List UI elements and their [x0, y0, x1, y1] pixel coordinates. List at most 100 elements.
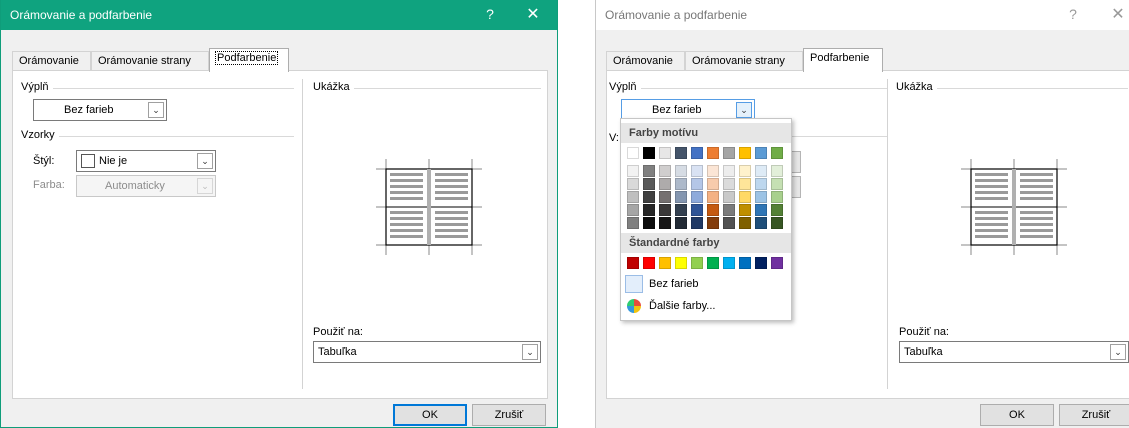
chevron-down-icon[interactable]: ⌄ — [148, 102, 164, 118]
theme-color-tint-swatch[interactable] — [771, 165, 783, 177]
help-button[interactable]: ? — [1062, 6, 1084, 22]
theme-color-swatch[interactable] — [707, 147, 719, 159]
cancel-button[interactable]: Zrušiť — [1059, 404, 1129, 426]
pattern-style-dropdown[interactable]: Nie je ⌄ — [76, 150, 216, 172]
apply-to-dropdown[interactable]: Tabuľka ⌄ — [899, 341, 1129, 363]
theme-color-swatch[interactable] — [643, 147, 655, 159]
chevron-down-icon[interactable]: ⌄ — [197, 153, 213, 169]
apply-to-dropdown[interactable]: Tabuľka ⌄ — [313, 341, 541, 363]
theme-color-tint-swatch[interactable] — [627, 165, 639, 177]
theme-color-tint-swatch[interactable] — [771, 217, 783, 229]
close-icon[interactable]: ✕ — [521, 4, 545, 24]
theme-color-tint-swatch[interactable] — [707, 191, 719, 203]
theme-color-tint-swatch[interactable] — [659, 165, 671, 177]
theme-color-tint-swatch[interactable] — [627, 191, 639, 203]
theme-color-tint-swatch[interactable] — [627, 217, 639, 229]
standard-color-swatch[interactable] — [627, 257, 639, 269]
theme-color-tint-swatch[interactable] — [739, 217, 751, 229]
theme-color-swatch[interactable] — [755, 147, 767, 159]
tab-shading[interactable]: Podfarbenie — [209, 48, 289, 72]
theme-color-tint-swatch[interactable] — [755, 204, 767, 216]
close-icon[interactable]: ✕ — [1106, 4, 1129, 24]
theme-color-tint-swatch[interactable] — [627, 178, 639, 190]
theme-color-tint-swatch[interactable] — [643, 165, 655, 177]
chevron-down-icon[interactable]: ⌄ — [1110, 344, 1126, 360]
theme-color-tint-swatch[interactable] — [755, 165, 767, 177]
chevron-down-icon[interactable]: ⌄ — [736, 102, 752, 118]
theme-color-tint-swatch[interactable] — [707, 217, 719, 229]
theme-color-tint-swatch[interactable] — [707, 165, 719, 177]
theme-color-tint-swatch[interactable] — [771, 191, 783, 203]
theme-color-tint-swatch[interactable] — [675, 217, 687, 229]
theme-color-swatch[interactable] — [739, 147, 751, 159]
help-button[interactable]: ? — [479, 6, 501, 22]
theme-color-tint-swatch[interactable] — [739, 165, 751, 177]
theme-color-tint-swatch[interactable] — [659, 204, 671, 216]
pattern-color-dropdown[interactable]: Automaticky ⌄ — [76, 175, 216, 197]
theme-color-tint-swatch[interactable] — [723, 178, 735, 190]
theme-color-tint-swatch[interactable] — [739, 191, 751, 203]
standard-color-swatch[interactable] — [739, 257, 751, 269]
theme-color-tint-swatch[interactable] — [771, 204, 783, 216]
cancel-button[interactable]: Zrušiť — [472, 404, 546, 426]
theme-color-swatch[interactable] — [627, 147, 639, 159]
theme-color-tint-swatch[interactable] — [755, 217, 767, 229]
tab-page-border[interactable]: Orámovanie strany — [91, 51, 209, 71]
theme-color-tint-swatch[interactable] — [643, 217, 655, 229]
tab-borders[interactable]: Orámovanie — [606, 51, 685, 71]
ok-button[interactable]: OK — [393, 404, 467, 426]
theme-color-tint-swatch[interactable] — [643, 178, 655, 190]
theme-color-tint-swatch[interactable] — [771, 178, 783, 190]
theme-color-tint-swatch[interactable] — [643, 204, 655, 216]
theme-color-tint-swatch[interactable] — [691, 165, 703, 177]
theme-color-swatch[interactable] — [691, 147, 703, 159]
theme-color-tint-swatch[interactable] — [675, 178, 687, 190]
theme-color-tint-swatch[interactable] — [627, 204, 639, 216]
title-bar[interactable]: Orámovanie a podfarbenie ? ✕ — [596, 0, 1129, 30]
standard-color-swatch[interactable] — [659, 257, 671, 269]
standard-color-swatch[interactable] — [643, 257, 655, 269]
standard-color-swatch[interactable] — [675, 257, 687, 269]
theme-color-tint-swatch[interactable] — [707, 178, 719, 190]
fill-color-value: Bez farieb — [64, 104, 114, 116]
no-color-item[interactable]: Bez farieb — [625, 275, 789, 295]
theme-color-tint-swatch[interactable] — [723, 204, 735, 216]
theme-color-tint-swatch[interactable] — [739, 204, 751, 216]
theme-color-tint-swatch[interactable] — [659, 217, 671, 229]
theme-color-tint-swatch[interactable] — [691, 204, 703, 216]
fill-color-dropdown[interactable]: Bez farieb ⌄ — [33, 99, 167, 121]
theme-color-tint-swatch[interactable] — [755, 191, 767, 203]
theme-color-tint-swatch[interactable] — [659, 178, 671, 190]
theme-color-tint-swatch[interactable] — [659, 191, 671, 203]
theme-color-tint-swatch[interactable] — [723, 191, 735, 203]
theme-color-tint-swatch[interactable] — [675, 191, 687, 203]
theme-color-tint-swatch[interactable] — [723, 165, 735, 177]
ok-button[interactable]: OK — [980, 404, 1054, 426]
theme-color-tint-swatch[interactable] — [675, 165, 687, 177]
tab-shading[interactable]: Podfarbenie — [803, 48, 883, 72]
theme-color-tint-swatch[interactable] — [723, 217, 735, 229]
standard-color-swatch[interactable] — [707, 257, 719, 269]
tab-borders[interactable]: Orámovanie — [12, 51, 91, 71]
theme-color-swatch[interactable] — [723, 147, 735, 159]
theme-color-tint-swatch[interactable] — [691, 217, 703, 229]
title-bar[interactable]: Orámovanie a podfarbenie ? ✕ — [1, 0, 557, 30]
standard-color-swatch[interactable] — [755, 257, 767, 269]
standard-color-swatch[interactable] — [771, 257, 783, 269]
more-colors-item[interactable]: Ďalšie farby... — [625, 297, 789, 317]
theme-color-tint-swatch[interactable] — [691, 191, 703, 203]
apply-to-value: Tabuľka — [318, 346, 357, 358]
theme-color-swatch[interactable] — [771, 147, 783, 159]
theme-color-tint-swatch[interactable] — [739, 178, 751, 190]
theme-color-tint-swatch[interactable] — [675, 204, 687, 216]
tab-page-border[interactable]: Orámovanie strany — [685, 51, 803, 71]
chevron-down-icon[interactable]: ⌄ — [522, 344, 538, 360]
theme-color-tint-swatch[interactable] — [691, 178, 703, 190]
standard-color-swatch[interactable] — [691, 257, 703, 269]
standard-color-swatch[interactable] — [723, 257, 735, 269]
theme-color-tint-swatch[interactable] — [755, 178, 767, 190]
theme-color-swatch[interactable] — [675, 147, 687, 159]
theme-color-tint-swatch[interactable] — [707, 204, 719, 216]
theme-color-tint-swatch[interactable] — [643, 191, 655, 203]
theme-color-swatch[interactable] — [659, 147, 671, 159]
